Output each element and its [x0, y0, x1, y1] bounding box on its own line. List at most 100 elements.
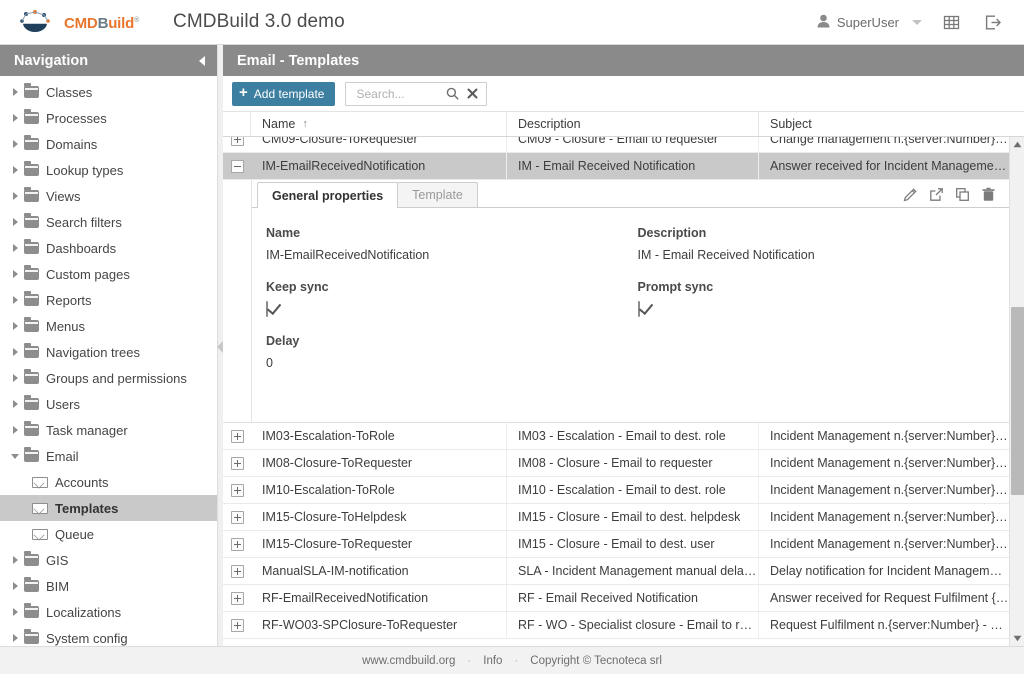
footer-website-link[interactable]: www.cmdbuild.org: [362, 655, 455, 667]
sidebar-item-gis[interactable]: GIS: [0, 547, 217, 573]
chevron-right-icon[interactable]: [8, 634, 22, 642]
sidebar-item-templates[interactable]: Templates: [0, 495, 217, 521]
sidebar-item-groups-and-permissions[interactable]: Groups and permissions: [0, 365, 217, 391]
sidebar-item-task-manager[interactable]: Task manager: [0, 417, 217, 443]
expand-plus-icon[interactable]: [230, 510, 244, 524]
expand-plus-icon[interactable]: [230, 429, 244, 443]
row-expander-cell[interactable]: [223, 585, 251, 611]
expand-plus-icon[interactable]: [230, 618, 244, 632]
table-row[interactable]: IM-EmailReceivedNotification IM - Email R…: [223, 153, 1009, 180]
sidebar-item-reports[interactable]: Reports: [0, 287, 217, 313]
chevron-right-icon[interactable]: [8, 244, 22, 252]
row-expander-cell[interactable]: [223, 137, 251, 152]
search-icon[interactable]: [444, 85, 460, 103]
chevron-right-icon[interactable]: [8, 114, 22, 122]
chevron-right-icon[interactable]: [8, 192, 22, 200]
sidebar-item-domains[interactable]: Domains: [0, 131, 217, 157]
sidebar-item-localizations[interactable]: Localizations: [0, 599, 217, 625]
chevron-right-icon[interactable]: [8, 582, 22, 590]
user-menu[interactable]: SuperUser: [815, 10, 926, 35]
copy-clone-icon[interactable]: [954, 186, 971, 203]
chevron-right-icon[interactable]: [8, 88, 22, 96]
chevron-right-icon[interactable]: [8, 218, 22, 226]
collapse-minus-icon[interactable]: [230, 159, 244, 173]
sidebar-item-lookup-types[interactable]: Lookup types: [0, 157, 217, 183]
row-expander-cell[interactable]: [223, 450, 251, 476]
clear-x-icon[interactable]: [464, 85, 480, 103]
table-row[interactable]: IM03-Escalation-ToRole IM03 - Escalation …: [223, 423, 1009, 450]
sidebar-item-bim[interactable]: BIM: [0, 573, 217, 599]
chevron-right-icon[interactable]: [8, 374, 22, 382]
chevron-right-icon[interactable]: [8, 296, 22, 304]
row-expander-cell[interactable]: [223, 531, 251, 557]
chevron-right-icon[interactable]: [8, 322, 22, 330]
search-input[interactable]: [354, 85, 441, 102]
collapse-left-icon[interactable]: [199, 55, 205, 66]
table-row[interactable]: CM09-Closure-ToRequester CM09 - Closure -…: [223, 137, 1009, 153]
logout-icon[interactable]: [976, 7, 1010, 37]
expand-plus-icon[interactable]: [230, 591, 244, 605]
sidebar-item-processes[interactable]: Processes: [0, 105, 217, 131]
grid-vertical-scrollbar[interactable]: [1009, 137, 1024, 646]
row-expander-cell[interactable]: [223, 477, 251, 503]
column-header-description[interactable]: Description: [507, 112, 759, 136]
column-header-subject[interactable]: Subject: [759, 112, 1024, 136]
scrollbar-track[interactable]: [1010, 152, 1024, 631]
chevron-right-icon[interactable]: [8, 400, 22, 408]
tab-template[interactable]: Template: [397, 182, 478, 207]
edit-pencil-icon[interactable]: [902, 186, 919, 203]
footer-info-link[interactable]: Info: [483, 655, 502, 667]
plus-icon: +: [239, 84, 248, 101]
table-row[interactable]: IM15-Closure-ToHelpdesk IM15 - Closure - …: [223, 504, 1009, 531]
sidebar-item-custom-pages[interactable]: Custom pages: [0, 261, 217, 287]
open-external-icon[interactable]: [928, 186, 945, 203]
row-expander-cell[interactable]: [223, 423, 251, 449]
expand-plus-icon[interactable]: [230, 456, 244, 470]
sidebar-item-queue[interactable]: Queue: [0, 521, 217, 547]
add-template-button[interactable]: + Add template: [232, 81, 336, 106]
scroll-down-arrow-icon[interactable]: [1010, 631, 1024, 646]
sidebar-item-users[interactable]: Users: [0, 391, 217, 417]
row-expander-cell[interactable]: [223, 558, 251, 584]
scrollbar-thumb[interactable]: [1011, 307, 1024, 495]
table-row[interactable]: IM15-Closure-ToRequester IM15 - Closure -…: [223, 531, 1009, 558]
sidebar-item-search-filters[interactable]: Search filters: [0, 209, 217, 235]
table-row[interactable]: IM10-Escalation-ToRole IM10 - Escalation …: [223, 477, 1009, 504]
chevron-right-icon[interactable]: [8, 608, 22, 616]
table-row[interactable]: RF-EmailReceivedNotification RF - Email R…: [223, 585, 1009, 612]
chevron-right-icon[interactable]: [8, 556, 22, 564]
chevron-right-icon[interactable]: [8, 166, 22, 174]
checkbox-checked-icon[interactable]: [266, 301, 268, 317]
expand-plus-icon[interactable]: [230, 564, 244, 578]
search-box[interactable]: [345, 81, 488, 106]
chevron-right-icon[interactable]: [8, 140, 22, 148]
sidebar-item-classes[interactable]: Classes: [0, 79, 217, 105]
table-row[interactable]: RF-WO03-SPClosure-ToRequester RF - WO - S…: [223, 612, 1009, 639]
table-row[interactable]: ManualSLA-IM-notification SLA - Incident …: [223, 558, 1009, 585]
sidebar-item-menus[interactable]: Menus: [0, 313, 217, 339]
grid-view-icon[interactable]: [934, 7, 968, 37]
expand-plus-icon[interactable]: [230, 537, 244, 551]
sidebar-item-accounts[interactable]: Accounts: [0, 469, 217, 495]
chevron-right-icon[interactable]: [8, 270, 22, 278]
sidebar-item-views[interactable]: Views: [0, 183, 217, 209]
row-expander-cell[interactable]: [223, 612, 251, 638]
sidebar-item-navigation-trees[interactable]: Navigation trees: [0, 339, 217, 365]
sidebar-item-label: GIS: [46, 552, 69, 568]
scroll-up-arrow-icon[interactable]: [1010, 137, 1024, 152]
checkbox-checked-icon[interactable]: [637, 301, 640, 317]
chevron-right-icon[interactable]: [8, 426, 22, 434]
expand-plus-icon[interactable]: [230, 137, 244, 146]
trash-delete-icon[interactable]: [980, 186, 997, 203]
column-header-name[interactable]: Name ↑: [251, 112, 507, 136]
sidebar-item-dashboards[interactable]: Dashboards: [0, 235, 217, 261]
expand-plus-icon[interactable]: [230, 483, 244, 497]
row-expander-cell[interactable]: [223, 504, 251, 530]
table-row[interactable]: IM08-Closure-ToRequester IM08 - Closure -…: [223, 450, 1009, 477]
sidebar-item-system-config[interactable]: System config: [0, 625, 217, 646]
chevron-right-icon[interactable]: [8, 348, 22, 356]
tab-general-properties[interactable]: General properties: [257, 182, 399, 208]
chevron-down-icon[interactable]: [8, 453, 22, 459]
sidebar-item-email[interactable]: Email: [0, 443, 217, 469]
row-expander-cell[interactable]: [223, 153, 251, 179]
